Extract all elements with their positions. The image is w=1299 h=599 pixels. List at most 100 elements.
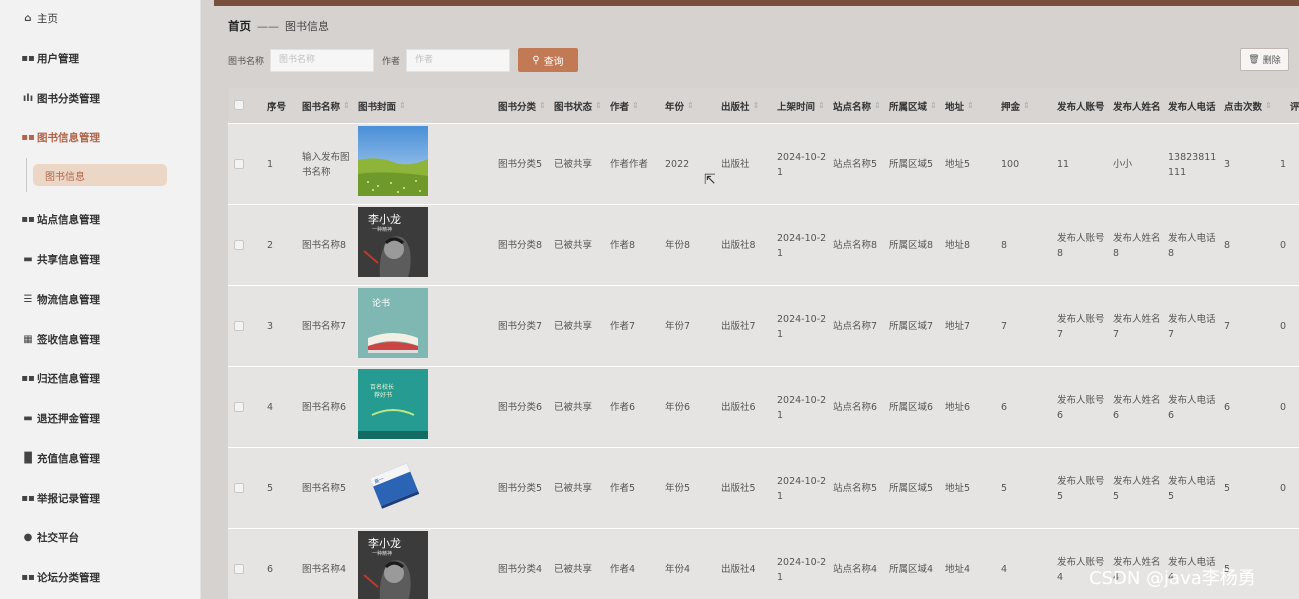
sidebar-item-book-category[interactable]: ılı 图书分类管理	[22, 88, 100, 108]
table-row[interactable]: 3 图书名称7 图书分类7 已被共享 作者7 年份7 出版社7 2024-10-21 站点名称7…	[228, 285, 1299, 366]
table-row[interactable]: 1 输入发布图书名称 图书分类5 已被共享 作者作者 2022 出版社 2024-10-21 站…	[228, 123, 1299, 204]
cell-year: 年份8	[665, 240, 691, 251]
sidebar-item-book-info[interactable]: ▪▪ 图书信息管理	[21, 127, 100, 147]
sort-icon: ⇕	[967, 101, 974, 110]
table-row[interactable]: 4 图书名称6 图书分类6 已被共享 作者6 年份6 出版社6 2024-10-21 站点名称6…	[228, 366, 1299, 447]
cell-comments: 1	[1280, 159, 1287, 170]
sidebar-item-label: 举报记录管理	[37, 492, 100, 505]
cell-deposit: 5	[1001, 483, 1008, 494]
sidebar-item-forum[interactable]: ▪▪ 论坛分类管理	[21, 567, 100, 587]
header-time[interactable]: 上架时间 ⇕	[777, 88, 825, 123]
select-all-checkbox[interactable]	[234, 100, 244, 110]
query-button[interactable]: ⚲ 查询	[518, 48, 579, 72]
header-category[interactable]: 图书分类 ⇕	[498, 88, 546, 123]
cell-year: 年份4	[665, 564, 691, 575]
cell-account: 发布人账号5	[1057, 475, 1105, 502]
cell-category: 图书分类4	[498, 564, 543, 575]
header-clicks[interactable]: 点击次数 ⇕	[1224, 88, 1272, 123]
list-icon: ☰	[23, 293, 33, 305]
header-region[interactable]: 所属区域 ⇕	[889, 88, 937, 123]
sidebar-item-signin[interactable]: ▦ 签收信息管理	[22, 329, 100, 349]
table-row[interactable]: 2 图书名称8 图书分类8 已被共享 作者8 年份8 出版社8 2024-10-21 站点名称8…	[228, 204, 1299, 285]
row-checkbox[interactable]	[234, 564, 244, 574]
row-checkbox[interactable]	[234, 240, 244, 250]
sidebar-item-label: 签收信息管理	[37, 333, 100, 346]
cell-address: 地址8	[945, 240, 971, 251]
row-checkbox[interactable]	[234, 402, 244, 412]
sidebar-item-logistics[interactable]: ☰ 物流信息管理	[22, 289, 100, 309]
cell-status: 已被共享	[554, 159, 593, 170]
cell-publisher: 出版社4	[721, 564, 756, 575]
cell-author: 作者4	[610, 564, 636, 575]
header-site[interactable]: 站点名称 ⇕	[833, 88, 881, 123]
cell-no: 1	[267, 159, 274, 170]
cell-publisher: 出版社	[721, 159, 750, 170]
cell-address: 地址5	[945, 483, 971, 494]
cell-site: 站点名称5	[833, 483, 878, 494]
cell-site: 站点名称4	[833, 564, 878, 575]
delete-button[interactable]: 🗑 删除	[1240, 48, 1289, 71]
svg-text:一种精神: 一种精神	[372, 550, 392, 557]
row-checkbox[interactable]	[234, 159, 244, 169]
header-comments: 评	[1290, 101, 1299, 113]
home-icon: ⌂	[24, 12, 32, 24]
cell-author: 作者7	[610, 321, 636, 332]
cell-clicks: 6	[1224, 402, 1231, 413]
cell-category: 图书分类5	[498, 483, 543, 494]
svg-text:荐好书: 荐好书	[374, 391, 392, 399]
cell-site: 站点名称5	[833, 159, 878, 170]
cell-clicks: 8	[1224, 240, 1231, 251]
row-checkbox[interactable]	[234, 483, 244, 493]
submenu-line	[26, 158, 27, 192]
cell-phone: 13823811111	[1168, 151, 1217, 178]
sidebar-subitem-book-info[interactable]: 图书信息	[33, 164, 167, 186]
header-status[interactable]: 图书状态 ⇕	[554, 88, 602, 123]
header-publisher[interactable]: 出版社 ⇕	[721, 88, 759, 123]
cell-clicks: 3	[1224, 159, 1231, 170]
sidebar-item-recharge[interactable]: ▐▌ 充值信息管理	[20, 448, 100, 468]
sort-icon: ⇕	[343, 101, 350, 110]
sidebar-item-social[interactable]: ● 社交平台	[22, 527, 79, 547]
sidebar-item-users[interactable]: ▪▪ 用户管理	[21, 48, 79, 68]
cell-deposit: 8	[1001, 240, 1008, 251]
cell-name: 图书名称8	[302, 240, 347, 251]
pin-icon: ●	[23, 531, 33, 543]
row-checkbox[interactable]	[234, 321, 244, 331]
cell-status: 已被共享	[554, 564, 593, 575]
book-cover-image[interactable]: 李小龙 一种精神	[358, 207, 428, 277]
cell-year: 年份5	[665, 483, 691, 494]
breadcrumb-home[interactable]: 首页	[228, 18, 251, 34]
sidebar-item-report[interactable]: ▪▪ 举报记录管理	[21, 488, 100, 508]
grid-icon: ▪▪	[21, 131, 35, 143]
sidebar-item-return[interactable]: ▪▪ 归还信息管理	[21, 368, 100, 388]
grid-icon: ▪▪	[21, 213, 35, 225]
header-year[interactable]: 年份 ⇕	[665, 88, 694, 123]
sidebar-item-site[interactable]: ▪▪ 站点信息管理	[21, 209, 100, 229]
table-row[interactable]: 5 图书名称5 图书分类5 已被共享 作者5 年份5 出版社5 2024-10-21 站点名称5…	[228, 447, 1299, 528]
cell-no: 5	[267, 483, 274, 494]
header-cover[interactable]: 图书封面 ⇕	[358, 88, 406, 123]
author-input[interactable]	[406, 48, 511, 72]
header-name[interactable]: 图书名称 ⇕	[302, 88, 350, 123]
bar-chart-icon: ılı	[22, 92, 34, 104]
book-cover-image[interactable]: 李小龙 一种精神	[358, 531, 428, 599]
cell-pname: 发布人姓名8	[1113, 232, 1161, 259]
sort-icon: ⇕	[1023, 101, 1030, 110]
header-deposit[interactable]: 押金 ⇕	[1001, 88, 1030, 123]
book-cover-image[interactable]: 高一	[358, 450, 428, 520]
sidebar-item-label: 退还押金管理	[37, 412, 100, 425]
author-label: 作者	[382, 56, 401, 67]
cell-author: 作者6	[610, 402, 636, 413]
book-cover-image[interactable]	[358, 126, 428, 196]
book-cover-image[interactable]: 论书	[358, 288, 428, 358]
sidebar-item-home[interactable]: ⌂ 主页	[22, 8, 58, 28]
sidebar-item-refund[interactable]: ▬ 退还押金管理	[22, 408, 100, 428]
book-cover-image[interactable]: 百名校长 荐好书	[358, 369, 428, 439]
header-phone: 发布人电话	[1168, 101, 1216, 113]
cell-pname: 发布人姓名7	[1113, 313, 1161, 340]
book-name-input[interactable]	[270, 48, 375, 72]
header-author[interactable]: 作者 ⇕	[610, 88, 639, 123]
header-address[interactable]: 地址 ⇕	[945, 88, 974, 123]
sidebar-item-share[interactable]: ▬ 共享信息管理	[22, 249, 100, 269]
sidebar-item-label: 物流信息管理	[37, 293, 100, 306]
